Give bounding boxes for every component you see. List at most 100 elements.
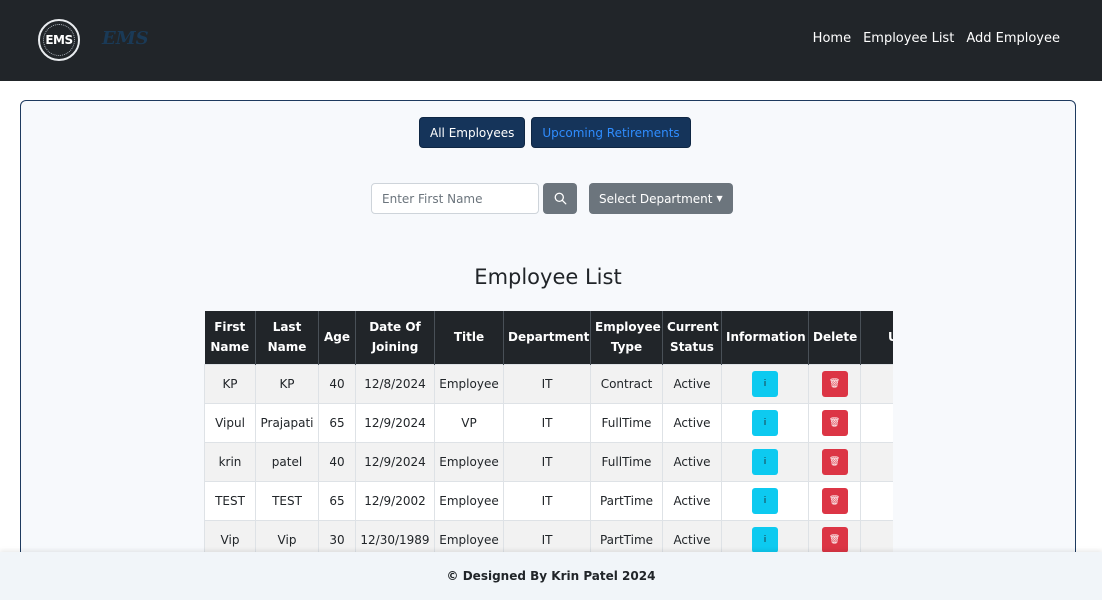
date-of-joining-cell: 12/9/2002 [355, 480, 435, 521]
column-header-line: Title [453, 330, 485, 345]
column-header-department: Department [503, 311, 591, 364]
info-button[interactable]: i [752, 487, 778, 514]
column-header-line: Current [667, 320, 719, 335]
delete-cell: 🗑 [808, 363, 861, 404]
footer: © Designed By Krin Patel 2024 [0, 552, 1102, 600]
all-employees-button[interactable]: All Employees [419, 117, 526, 148]
department-cell: IT [503, 363, 591, 404]
column-header-title: Title [434, 311, 504, 364]
column-header-employee-type: Employee Type [590, 311, 663, 364]
info-cell: i [721, 363, 809, 404]
date-of-joining-cell: 12/9/2024 [355, 441, 435, 482]
title-cell: VP [434, 402, 504, 443]
info-icon: i [763, 456, 767, 467]
last-name-cell: KP [255, 363, 319, 404]
delete-button[interactable]: 🗑 [821, 526, 848, 553]
column-header-line: Delete [813, 330, 858, 345]
nav-link-add-employee[interactable]: Add Employee [966, 31, 1060, 46]
title-cell: Employee [434, 441, 504, 482]
trash-icon: 🗑 [828, 495, 841, 506]
update-cell: ✎ [860, 363, 893, 404]
main-card: All Employees Upcoming Retirements Selec… [20, 100, 1076, 570]
info-icon: i [763, 534, 767, 545]
info-button[interactable]: i [752, 526, 778, 553]
table-row: KP KP 40 12/8/2024 Employee IT Contract Active i… [204, 363, 893, 404]
info-button[interactable]: i [752, 448, 778, 475]
last-name-cell: patel [255, 441, 319, 482]
first-name-cell: TEST [204, 480, 256, 521]
first-name-search-input[interactable] [371, 183, 539, 214]
column-header-line: Information [726, 330, 806, 345]
page-title: Employee List [474, 265, 622, 289]
trash-icon: 🗑 [828, 534, 841, 545]
column-header-age: Age [318, 311, 356, 364]
nav-link-home[interactable]: Home [813, 31, 851, 46]
age-cell: 40 [318, 441, 356, 482]
column-header-line: Age [323, 330, 350, 345]
title-cell: Employee [434, 480, 504, 521]
logo[interactable]: EMS [38, 19, 80, 61]
footer-text: © Designed By Krin Patel 2024 [446, 569, 656, 583]
last-name-cell: Prajapati [255, 402, 319, 443]
update-cell: ✎ [860, 402, 893, 443]
column-header-line: Status [670, 340, 714, 355]
column-header-update: Update [860, 311, 893, 364]
trash-icon: 🗑 [828, 456, 841, 467]
info-button[interactable]: i [752, 409, 778, 436]
column-header-last-name: Last Name [255, 311, 319, 364]
filter-tabs: All Employees Upcoming Retirements [419, 117, 691, 148]
delete-button[interactable]: 🗑 [821, 448, 848, 475]
info-cell: i [721, 402, 809, 443]
employee-type-cell: Contract [590, 363, 663, 404]
age-cell: 40 [318, 363, 356, 404]
search-button[interactable] [543, 183, 577, 214]
column-header-information: Information [721, 311, 809, 364]
column-header-line: Last [272, 320, 302, 335]
nav-link-employee-list[interactable]: Employee List [863, 31, 954, 46]
column-header-line: First [214, 320, 246, 335]
column-header-line: Employee [595, 320, 661, 335]
title-cell: Employee [434, 363, 504, 404]
update-cell: ✎ [860, 441, 893, 482]
date-of-joining-cell: 12/8/2024 [355, 363, 435, 404]
first-name-cell: Vipul [204, 402, 256, 443]
delete-button[interactable]: 🗑 [821, 487, 848, 514]
brand-name[interactable]: EMS [102, 28, 149, 49]
current-status-cell: Active [662, 363, 722, 404]
nav-links: Home Employee List Add Employee [813, 31, 1060, 46]
age-cell: 65 [318, 402, 356, 443]
info-cell: i [721, 441, 809, 482]
column-header-line: Joining [371, 340, 419, 355]
department-cell: IT [503, 441, 591, 482]
trash-icon: 🗑 [828, 417, 841, 428]
current-status-cell: Active [662, 441, 722, 482]
table-header-row: First Name Last Name Age Date Of Joining Title D… [204, 311, 893, 364]
trash-icon: 🗑 [828, 378, 841, 389]
info-button[interactable]: i [752, 370, 778, 397]
column-header-current-status: Current Status [662, 311, 722, 364]
select-department-label: Select Department [599, 191, 713, 206]
table-row: krin patel 40 12/9/2024 Employee IT FullTime Ac… [204, 441, 893, 482]
delete-button[interactable]: 🗑 [821, 370, 848, 397]
top-navbar: EMS EMS Home Employee List Add Employee [0, 0, 1102, 81]
delete-cell: 🗑 [808, 441, 861, 482]
delete-button[interactable]: 🗑 [821, 409, 848, 436]
department-cell: IT [503, 402, 591, 443]
search-icon [554, 192, 566, 205]
info-icon: i [763, 378, 767, 389]
update-cell: ✎ [860, 480, 893, 521]
column-header-delete: Delete [808, 311, 861, 364]
department-cell: IT [503, 480, 591, 521]
search-row: Select Department ▼ [371, 183, 733, 214]
table-body: KP KP 40 12/8/2024 Employee IT Contract Active i… [204, 363, 893, 560]
upcoming-retirements-button[interactable]: Upcoming Retirements [531, 117, 691, 148]
column-header-line: Name [267, 340, 307, 355]
select-department-dropdown[interactable]: Select Department ▼ [589, 183, 733, 214]
date-of-joining-cell: 12/9/2024 [355, 402, 435, 443]
first-name-cell: krin [204, 441, 256, 482]
info-icon: i [763, 417, 767, 428]
employee-table-container[interactable]: First Name Last Name Age Date Of Joining Title D… [204, 311, 893, 569]
last-name-cell: TEST [255, 480, 319, 521]
column-header-date-of-joining: Date Of Joining [355, 311, 435, 364]
logo-ring [43, 24, 75, 56]
